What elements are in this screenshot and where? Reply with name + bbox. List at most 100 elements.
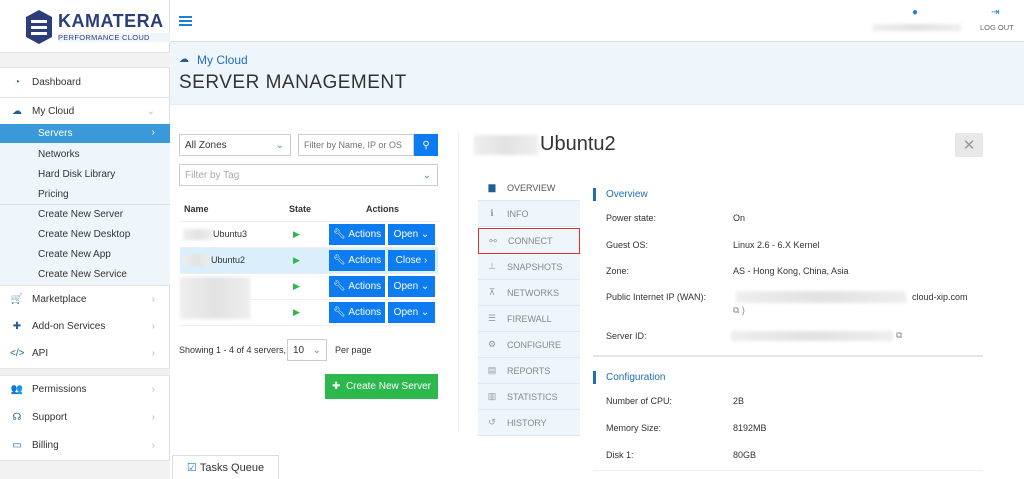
table-row[interactable]: ▶ 🔧︎ Actions Open ⌄ <box>180 300 438 326</box>
actions-label: Actions <box>348 255 382 266</box>
logout-icon[interactable]: ⇥ <box>991 7 999 18</box>
chevron-down-icon: ⌄ <box>146 105 155 117</box>
search-input[interactable] <box>298 134 414 156</box>
create-new-server-button[interactable]: ✚ Create New Server <box>325 374 438 399</box>
tab-statistics[interactable]: ▥ STATISTICS <box>478 384 580 410</box>
table-row[interactable]: Ubuntu3 ▶ 🔧︎ Actions Open ⌄ <box>180 222 438 248</box>
actions-button[interactable]: 🔧︎ Actions <box>329 250 385 271</box>
breadcrumb[interactable]: My Cloud <box>197 53 248 67</box>
tag-filter-select[interactable]: Filter by Tag ⌄ <box>179 164 438 186</box>
create-new-server-label: Create New Server <box>345 381 431 392</box>
tab-reports[interactable]: ▤ REPORTS <box>478 358 580 384</box>
my-cloud-submenu <box>0 124 170 286</box>
server-name-prefix <box>183 229 213 240</box>
actions-button[interactable]: 🔧︎ Actions <box>329 276 385 297</box>
search-button[interactable]: ⚲ <box>414 134 438 156</box>
table-row[interactable]: ▶ 🔧︎ Actions Open ⌄ <box>180 274 438 319</box>
logout-button[interactable]: LOG OUT <box>980 23 1014 32</box>
sidebar-item-create-server[interactable]: Create New Server <box>38 209 123 220</box>
tasks-queue-label: Tasks Queue <box>199 461 265 474</box>
bar-chart-icon: ▥ <box>487 391 497 401</box>
sidebar-item-support[interactable]: ☊ Support › <box>0 404 170 431</box>
logo[interactable]: KAMATERA PERFORMANCE CLOUD <box>26 8 228 48</box>
divider <box>593 470 983 471</box>
tab-label: STATISTICS <box>507 391 558 402</box>
actions-button[interactable]: 🔧︎ Actions <box>329 224 385 245</box>
disk-value: 80GB <box>733 450 757 460</box>
sidebar-footer <box>0 460 170 479</box>
copy-icon[interactable]: ⧉ <box>896 330 902 341</box>
table-row-selected[interactable]: Ubuntu2 ▶ 🔧︎ Actions Close › <box>180 248 438 274</box>
sidebar-item-api[interactable]: </> API › <box>0 340 170 367</box>
sidebar-item-label: Billing <box>32 440 59 451</box>
tab-connect[interactable]: ⚯ CONNECT <box>478 228 580 254</box>
actions-button[interactable]: 🔧︎ Actions <box>329 302 385 323</box>
pagination-summary: Showing 1 - 4 of 4 servers, <box>179 345 287 355</box>
top-bar: ● ⇥ LOG OUT <box>170 0 1024 42</box>
tab-configure[interactable]: ⚙ CONFIGURE <box>478 332 580 358</box>
puzzle-icon: ✚ <box>12 321 22 332</box>
disk-label: Disk 1: <box>606 450 634 460</box>
sidebar-item-networks[interactable]: Networks <box>38 149 80 160</box>
server-name-prefix <box>183 255 211 266</box>
server-title: Ubuntu2 <box>540 133 616 155</box>
sidebar: KAMATERA PERFORMANCE CLOUD ◔ Dashboard ☁ M… <box>0 0 228 479</box>
open-button[interactable]: Open ⌄ <box>388 302 435 323</box>
sidebar-item-servers[interactable]: Servers › <box>0 124 170 143</box>
cloud-icon: ☁ <box>179 54 189 65</box>
chevron-down-icon: ⌄ <box>422 169 431 181</box>
sidebar-spacer <box>0 52 170 68</box>
chevron-right-icon: › <box>151 321 155 332</box>
sidebar-item-create-service[interactable]: Create New Service <box>38 269 127 280</box>
zone-select-value: All Zones <box>185 139 227 151</box>
server-name: Ubuntu3 <box>213 229 248 239</box>
reports-icon: ▤ <box>487 365 497 375</box>
close-detail-button[interactable]: ✕ <box>955 133 983 157</box>
tab-networks[interactable]: ⊼ NETWORKS <box>478 280 580 306</box>
per-page-select[interactable]: 10 ⌄ <box>287 339 327 361</box>
page-header: ☁ My Cloud SERVER MANAGEMENT <box>170 42 1024 105</box>
chevron-right-icon: › <box>151 412 155 423</box>
column-header-name: Name <box>184 204 209 214</box>
tab-label: INFO <box>507 208 529 219</box>
sidebar-item-label: Support <box>32 412 68 423</box>
guest-os-value: Linux 2.6 - 6.X Kernel <box>733 240 820 250</box>
guest-os-label: Guest OS: <box>606 240 649 250</box>
server-name: Ubuntu2 <box>211 255 246 265</box>
wrench-icon: 🔧︎ <box>332 255 346 266</box>
sidebar-item-label: Servers <box>38 128 73 139</box>
sidebar-item-marketplace[interactable]: 🛒 Marketplace › <box>0 285 170 312</box>
public-ip-redacted <box>736 291 906 303</box>
zone-select[interactable]: All Zones ⌄ <box>179 134 291 156</box>
close-button[interactable]: Close › <box>388 250 435 271</box>
open-button[interactable]: Open ⌄ <box>388 224 435 245</box>
sidebar-item-create-app[interactable]: Create New App <box>38 249 111 260</box>
chevron-down-icon: ⌄ <box>275 139 284 151</box>
sidebar-item-my-cloud[interactable]: ☁ My Cloud ⌄ <box>0 97 170 124</box>
dashboard-icon: ◔ <box>13 77 21 88</box>
sidebar-item-pricing[interactable]: Pricing <box>38 189 69 200</box>
sidebar-item-permissions[interactable]: 👥 Permissions › <box>0 376 170 403</box>
sidebar-item-addon-services[interactable]: ✚ Add-on Services › <box>0 313 170 340</box>
tab-firewall[interactable]: ☰ FIREWALL <box>478 306 580 332</box>
sidebar-item-hard-disk-library[interactable]: Hard Disk Library <box>38 169 115 180</box>
copy-icon[interactable]: ⧉ ) <box>733 305 745 316</box>
open-button[interactable]: Open ⌄ <box>388 276 435 297</box>
sidebar-item-dashboard[interactable]: ◔ Dashboard <box>0 69 170 96</box>
user-icon[interactable]: ● <box>912 7 918 18</box>
server-id-redacted <box>731 331 893 341</box>
divider <box>0 368 170 376</box>
sidebar-item-create-desktop[interactable]: Create New Desktop <box>38 229 130 240</box>
tab-info[interactable]: ℹ INFO <box>478 201 580 227</box>
panel-divider <box>458 132 459 432</box>
tag-filter-placeholder: Filter by Tag <box>185 169 240 181</box>
chevron-right-icon: › <box>151 293 155 305</box>
tab-snapshots[interactable]: ⊥ SNAPSHOTS <box>478 254 580 280</box>
chevron-right-icon: › <box>151 440 155 451</box>
tab-history[interactable]: ↺ HISTORY <box>478 410 580 436</box>
tab-overview[interactable]: ▆ OVERVIEW <box>478 175 580 201</box>
sidebar-item-billing[interactable]: ▭ Billing › <box>0 432 170 459</box>
column-header-actions: Actions <box>366 204 400 214</box>
tasks-queue-tab[interactable]: ☑ Tasks Queue <box>172 455 279 479</box>
hamburger-menu-icon[interactable] <box>179 16 192 26</box>
